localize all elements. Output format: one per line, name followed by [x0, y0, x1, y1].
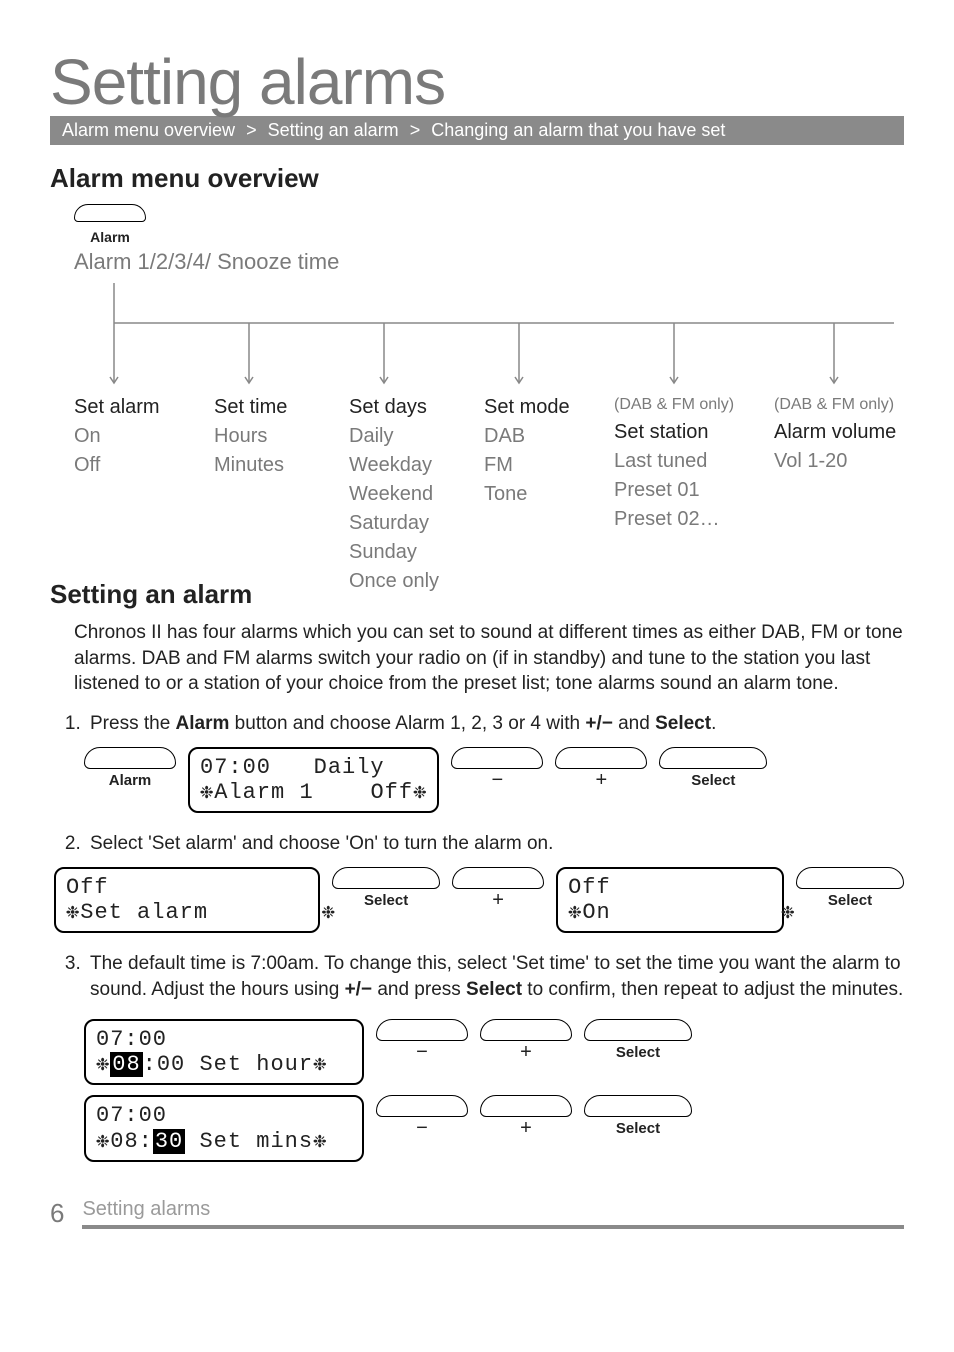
- overview-subtitle: Alarm 1/2/3/4/ Snooze time: [74, 249, 904, 275]
- menu-tree: Set alarm On Off Set time Hours Minutes …: [74, 283, 904, 553]
- page-number: 6: [50, 1198, 64, 1229]
- step-2: Select 'Set alarm' and choose 'On' to tu…: [86, 831, 904, 933]
- plus-button: +: [480, 1019, 572, 1061]
- tree-col-set-mode: Set mode DAB FM Tone: [484, 393, 570, 509]
- breadcrumb: Alarm menu overview > Setting an alarm >…: [50, 116, 904, 145]
- setting-intro: Chronos II has four alarms which you can…: [74, 620, 904, 697]
- lcd-display: 07:00 ❉08:30 Set mins❉: [84, 1095, 364, 1162]
- step-3: The default time is 7:00am. To change th…: [86, 951, 904, 1161]
- select-button: Select: [584, 1019, 692, 1063]
- breadcrumb-sep: >: [404, 120, 427, 140]
- breadcrumb-item: Alarm menu overview: [62, 120, 235, 140]
- alarm-button-label: Alarm: [74, 229, 146, 245]
- minus-button: −: [451, 747, 543, 789]
- lcd-display: 07:00 Daily ❉Alarm 1 Off❉: [188, 747, 439, 814]
- page-title: Setting alarms: [50, 50, 904, 114]
- breadcrumb-item: Setting an alarm: [268, 120, 399, 140]
- tree-col-alarm-volume: (DAB & FM only) Alarm volume Vol 1-20: [774, 393, 896, 476]
- tree-col-set-alarm: Set alarm On Off: [74, 393, 160, 480]
- tree-col-set-days: Set days Daily Weekday Weekend Saturday …: [349, 393, 439, 596]
- select-button: Select: [659, 747, 767, 791]
- alarm-button-diagram: Alarm: [74, 204, 904, 245]
- minus-button: −: [376, 1019, 468, 1061]
- plus-button: +: [480, 1095, 572, 1137]
- tree-col-set-station: (DAB & FM only) Set station Last tuned P…: [614, 393, 734, 534]
- minus-button: −: [376, 1095, 468, 1137]
- footer-title: Setting alarms: [82, 1198, 904, 1229]
- tree-col-set-time: Set time Hours Minutes: [214, 393, 287, 480]
- select-button: Select: [796, 867, 904, 911]
- breadcrumb-sep: >: [240, 120, 263, 140]
- alarm-button: Alarm: [84, 747, 176, 791]
- select-button: Select: [584, 1095, 692, 1139]
- tree-lines: [74, 283, 934, 393]
- plus-button: +: [452, 867, 544, 909]
- lcd-display: Off ❉Set alarm ❉: [54, 867, 320, 934]
- breadcrumb-item: Changing an alarm that you have set: [431, 120, 725, 140]
- step-1: Press the Alarm button and choose Alarm …: [86, 711, 904, 813]
- overview-heading: Alarm menu overview: [50, 163, 904, 194]
- plus-button: +: [555, 747, 647, 789]
- setting-heading: Setting an alarm: [50, 579, 904, 610]
- lcd-display: Off ❉On ❉: [556, 867, 784, 934]
- select-button: Select: [332, 867, 440, 911]
- page-footer: 6 Setting alarms: [50, 1198, 904, 1229]
- lcd-display: 07:00 ❉08:00 Set hour❉: [84, 1019, 364, 1086]
